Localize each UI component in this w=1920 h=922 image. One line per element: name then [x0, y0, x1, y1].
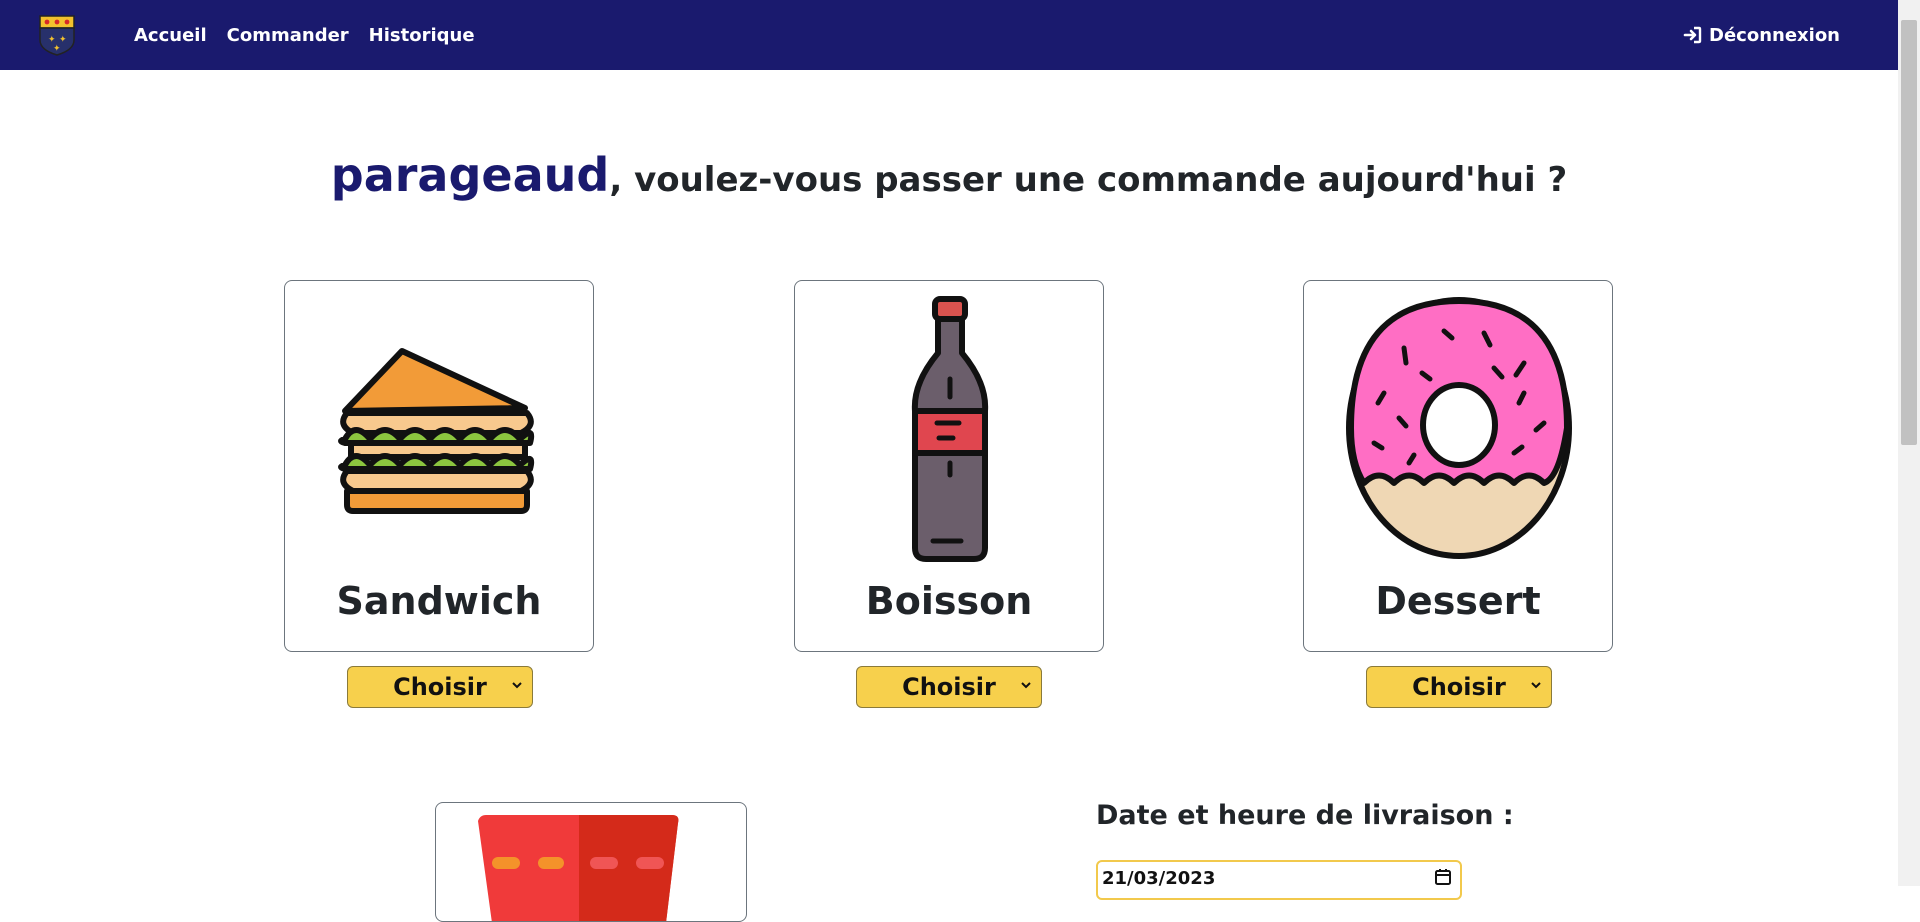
boisson-select-label: Choisir — [902, 673, 996, 701]
username: parageaud — [330, 148, 610, 202]
logout-button[interactable]: Déconnexion — [1683, 0, 1840, 70]
top-navbar: ✦ ✦ ✦ Accueil Commander Historique Décon… — [0, 0, 1898, 70]
nav-links: Accueil Commander Historique — [134, 0, 475, 70]
sandwich-select[interactable]: Choisir — [347, 666, 533, 708]
donut-icon — [1346, 297, 1572, 559]
delivery-date-input[interactable]: 21/03/2023 — [1096, 860, 1462, 900]
card-dessert[interactable]: Dessert — [1303, 280, 1613, 652]
card-title-dessert: Dessert — [1375, 579, 1541, 623]
dessert-select[interactable]: Choisir — [1366, 666, 1552, 708]
menu-box-icon — [478, 815, 679, 921]
chevron-down-icon — [512, 682, 522, 689]
sign-in-icon — [1683, 26, 1702, 44]
card-sandwich[interactable]: Sandwich — [284, 280, 594, 652]
bottle-icon — [911, 296, 989, 562]
logout-label: Déconnexion — [1709, 24, 1840, 46]
page-title-text: , voulez-vous passer une commande aujour… — [609, 160, 1568, 200]
boisson-select[interactable]: Choisir — [856, 666, 1042, 708]
nav-link-accueil[interactable]: Accueil — [134, 25, 207, 46]
svg-text:✦: ✦ — [53, 44, 61, 54]
card-title-boisson: Boisson — [865, 579, 1033, 623]
sandwich-icon — [338, 348, 535, 514]
calendar-icon[interactable] — [1434, 868, 1452, 886]
card-title-sandwich: Sandwich — [336, 579, 542, 623]
crest-logo-icon[interactable]: ✦ ✦ ✦ — [38, 14, 76, 56]
page-title: parageaud, voulez-vous passer une comman… — [0, 148, 1898, 202]
chevron-down-icon — [1021, 682, 1031, 689]
nav-link-commander[interactable]: Commander — [227, 25, 349, 46]
card-boisson[interactable]: Boisson — [794, 280, 1104, 652]
dessert-select-label: Choisir — [1412, 673, 1506, 701]
nav-link-historique[interactable]: Historique — [369, 25, 475, 46]
page-scrollbar[interactable] — [1898, 0, 1920, 886]
delivery-label: Date et heure de livraison : — [1096, 800, 1514, 831]
scrollbar-thumb[interactable] — [1901, 20, 1917, 445]
card-menu[interactable] — [435, 802, 747, 922]
chevron-down-icon — [1531, 682, 1541, 689]
sandwich-select-label: Choisir — [393, 673, 487, 701]
